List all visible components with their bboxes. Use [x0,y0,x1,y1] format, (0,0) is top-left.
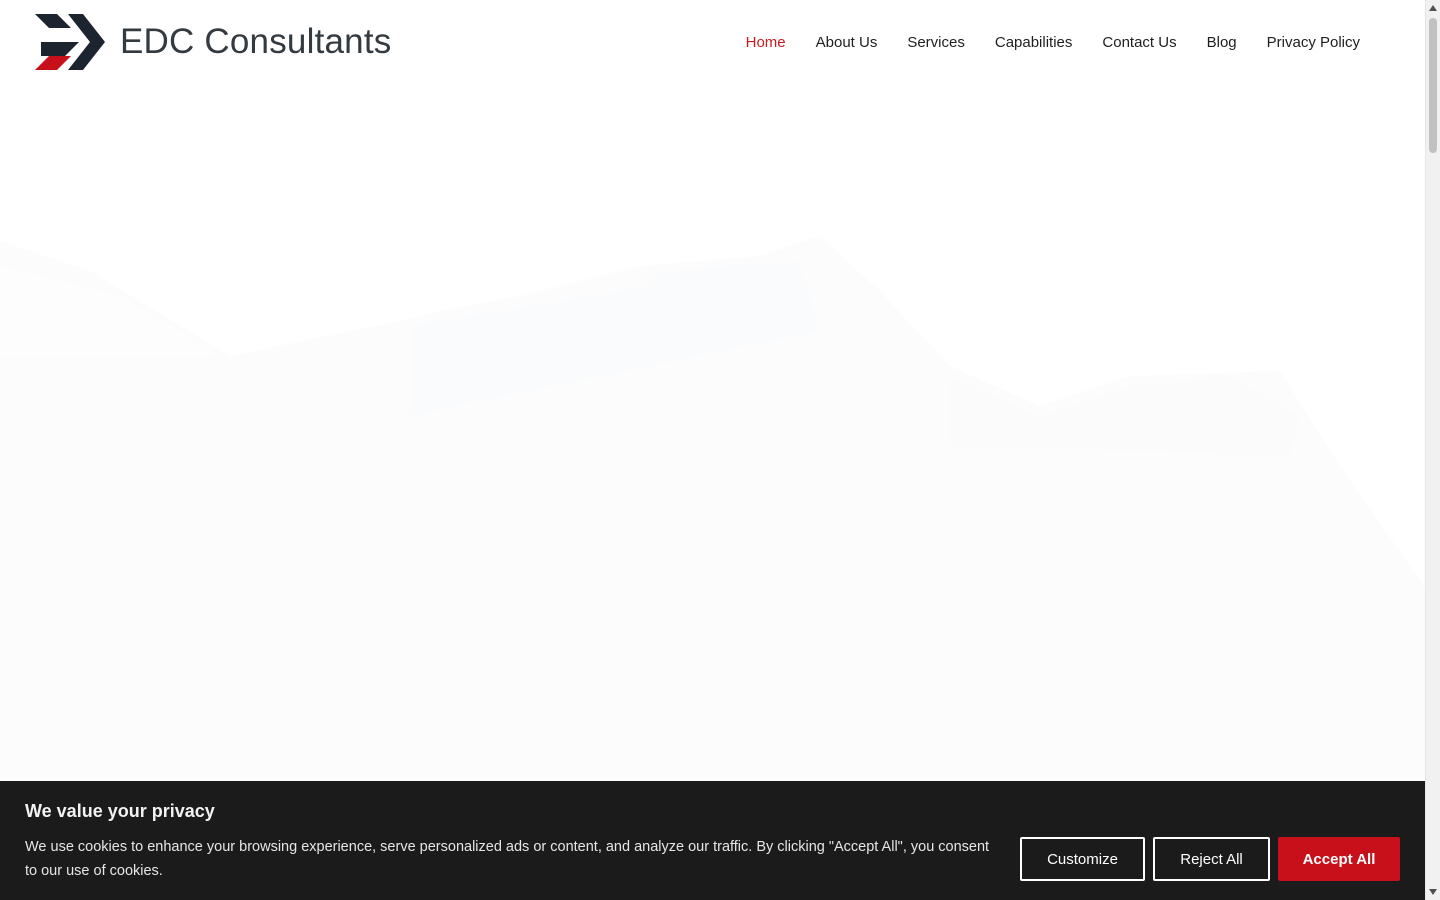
hero-section [0,86,1425,781]
hero-background-image [0,236,1425,781]
brand-home-link[interactable]: EDC Consultants [35,14,391,70]
nav-item-home[interactable]: Home [731,30,801,55]
nav-item-about-us[interactable]: About Us [801,30,893,55]
nav-item-services[interactable]: Services [892,30,980,55]
reject-all-button[interactable]: Reject All [1153,837,1270,881]
nav-item-contact-us[interactable]: Contact Us [1087,30,1191,55]
site-header: EDC Consultants Home About Us Services C… [0,0,1425,86]
nav-item-blog[interactable]: Blog [1192,30,1252,55]
customize-button[interactable]: Customize [1020,837,1145,881]
nav-item-capabilities[interactable]: Capabilities [980,30,1088,55]
scroll-up-arrow-icon[interactable] [1429,5,1437,11]
scrollbar-thumb[interactable] [1429,18,1437,153]
edc-chevron-logo-icon [35,14,105,70]
accept-all-button[interactable]: Accept All [1278,837,1400,881]
brand-name: EDC Consultants [120,22,392,61]
page-scrollbar[interactable] [1425,0,1440,900]
cookie-banner-text: We use cookies to enhance your browsing … [25,839,990,879]
nav-item-privacy-policy[interactable]: Privacy Policy [1252,30,1375,55]
cookie-consent-banner: We value your privacy We use cookies to … [0,781,1425,900]
page: EDC Consultants Home About Us Services C… [0,0,1425,900]
main-nav: Home About Us Services Capabilities Cont… [731,30,1375,55]
scroll-down-arrow-icon[interactable] [1429,889,1437,895]
cookie-banner-title: We value your privacy [25,801,215,821]
